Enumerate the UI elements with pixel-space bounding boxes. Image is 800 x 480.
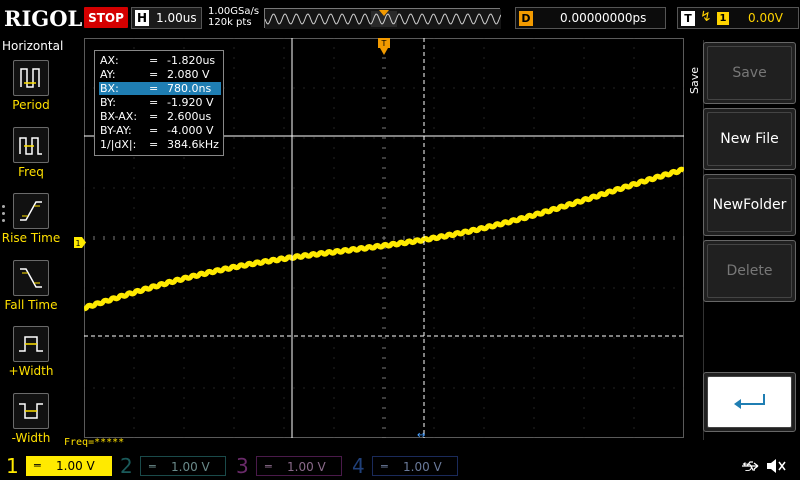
rise-time-label: Rise Time <box>1 231 61 245</box>
run-state-badge[interactable]: STOP <box>84 7 128 28</box>
channel4-scale: 1.00 V <box>403 460 442 474</box>
channel4-number: 4 <box>352 454 365 478</box>
dc-coupling-icon: ═ <box>34 459 41 472</box>
overview-waveform-icon <box>264 9 502 29</box>
delete-button-label: Delete <box>707 244 792 298</box>
channel1-scale: 1.00 V <box>56 459 95 473</box>
save-button[interactable]: Save <box>703 42 796 104</box>
channel1-scale-box: ═ 1.00 V <box>26 456 112 476</box>
timebase-value: 1.00us <box>156 11 197 25</box>
rise-time-icon <box>13 193 49 229</box>
page-dots-indicator <box>2 205 6 226</box>
frequency-icon <box>13 127 49 163</box>
horizontal-label: H <box>135 10 149 26</box>
positive-width-icon <box>13 326 49 362</box>
cursor-row-by-ay: BY-AY: = -4.000 V <box>100 124 214 137</box>
cursor-row-ay: AY: = 2.080 V <box>100 68 210 81</box>
channel4-scale-box: ═ 1.00 V <box>372 456 458 476</box>
new-folder-button-label: NewFolder <box>707 178 792 232</box>
measurement-readout: Freq=***** <box>64 437 125 448</box>
usb-icon <box>742 461 759 471</box>
brand-logo: RIGOL <box>4 6 83 31</box>
negative-width-label: -Width <box>11 431 51 445</box>
delete-button[interactable]: Delete <box>703 240 796 302</box>
delay-label: D <box>519 11 533 26</box>
delay-display[interactable]: D 0.00000000ps <box>515 7 666 29</box>
dc-coupling-icon: ═ <box>149 460 156 473</box>
channel3-number: 3 <box>236 454 249 478</box>
channel1-number: 1 <box>6 454 19 478</box>
new-file-button[interactable]: New File <box>703 108 796 170</box>
fall-time-icon <box>13 260 49 296</box>
new-folder-button[interactable]: NewFolder <box>703 174 796 236</box>
channel2-number: 2 <box>120 454 133 478</box>
negative-width-icon <box>13 393 49 429</box>
cursor-row-by: BY: = -1.920 V <box>100 96 214 109</box>
acquisition-info: 1.00GSa/s 120k pts <box>208 6 259 28</box>
fall-time-label: Fall Time <box>4 298 58 312</box>
channel3-scale-box: ═ 1.00 V <box>256 456 342 476</box>
dc-coupling-icon: ═ <box>265 460 272 473</box>
timebase-display[interactable]: H 1.00us <box>131 7 202 29</box>
svg-text:1: 1 <box>75 239 80 248</box>
channel2-scale: 1.00 V <box>171 460 210 474</box>
channel2-scale-box: ═ 1.00 V <box>140 456 226 476</box>
new-file-button-label: New File <box>707 112 792 166</box>
rising-edge-icon: ↯ <box>700 9 712 25</box>
trigger-level: 0.00V <box>748 11 783 25</box>
cursor-row-inverse-dx: 1/|dX|: = 384.6kHz <box>100 138 219 151</box>
sample-rate: 1.00GSa/s <box>208 6 260 17</box>
cursor-row-bx[interactable]: BX: = 780.0ns <box>99 82 221 95</box>
trigger-source: 1 <box>717 12 729 25</box>
period-icon <box>13 60 49 96</box>
svg-text:T: T <box>381 39 387 48</box>
cursor-readout-box: AX: = -1.820us AY: = 2.080 V BX: = 780.0ns BY:… <box>94 50 224 156</box>
measure-panel-title: Horizontal <box>2 39 64 53</box>
channel3-scale: 1.00 V <box>287 460 326 474</box>
menu-title: Save <box>688 66 701 94</box>
memory-depth: 120k pts <box>208 17 252 28</box>
positive-width-label: +Width <box>8 364 54 378</box>
save-button-label: Save <box>707 46 792 100</box>
trigger-display[interactable]: T ↯ 1 0.00V <box>677 7 799 29</box>
channel1-offset-marker-icon[interactable]: 1 <box>74 237 86 248</box>
cursor-row-ax: AX: = -1.820us <box>100 54 216 67</box>
speaker-muted-icon[interactable] <box>764 456 788 476</box>
period-label: Period <box>12 98 50 112</box>
dc-coupling-icon: ═ <box>381 460 388 473</box>
horizontal-position-arrow-icon: ↔ <box>417 430 426 441</box>
trigger-position-marker-icon[interactable]: T <box>378 38 390 56</box>
waveform-overview[interactable] <box>264 8 502 29</box>
trigger-label: T <box>681 11 695 26</box>
freq-label: Freq <box>18 165 44 179</box>
return-arrow-icon <box>707 376 792 428</box>
delay-value: 0.00000000ps <box>560 11 647 25</box>
return-button[interactable] <box>703 372 796 432</box>
cursor-row-bx-ax: BX-AX: = 2.600us <box>100 110 212 123</box>
